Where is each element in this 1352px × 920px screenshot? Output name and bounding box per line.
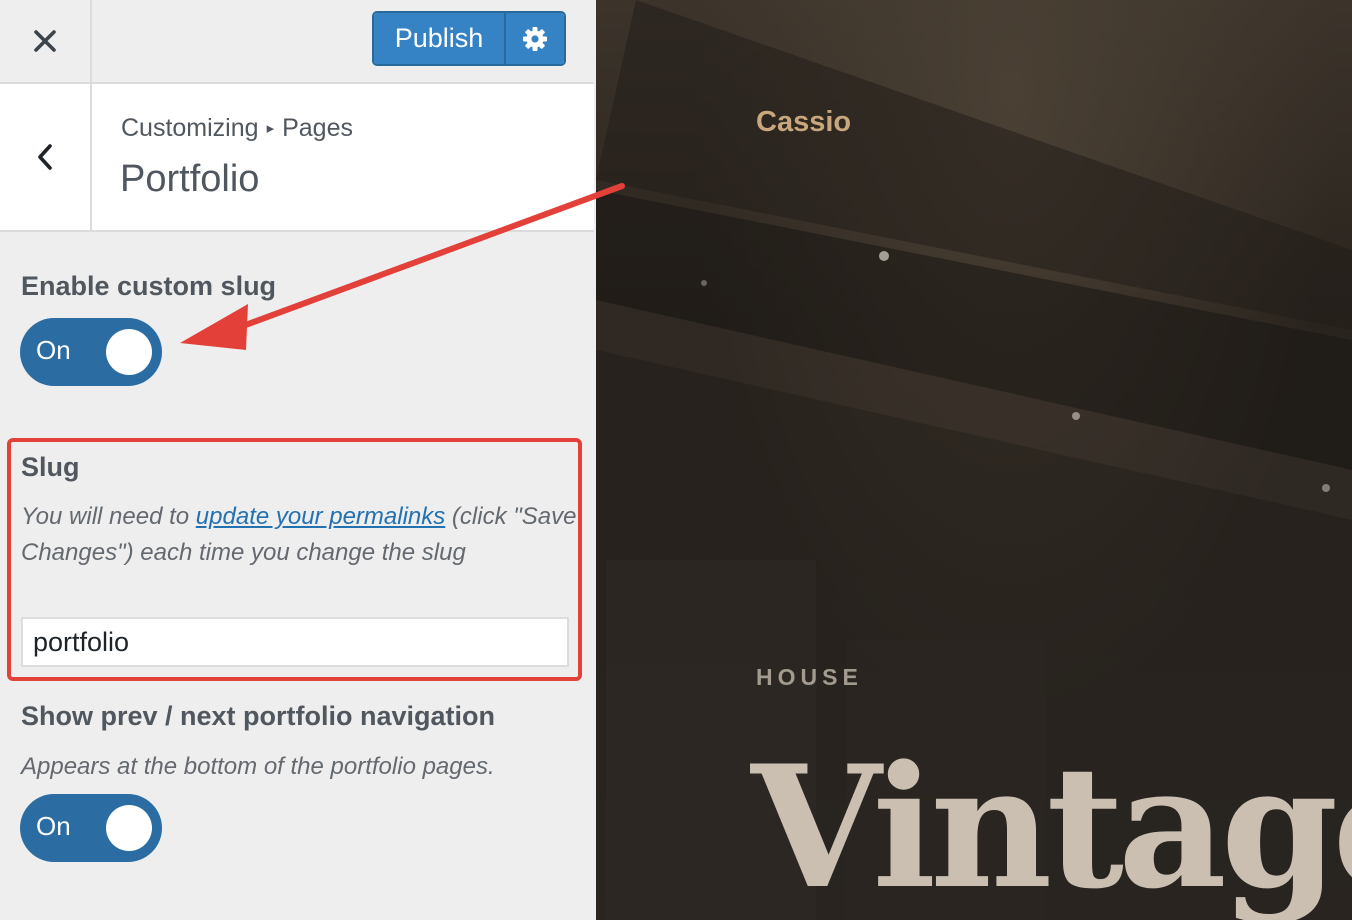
toggle-knob	[106, 329, 152, 375]
chevron-left-icon	[38, 144, 52, 170]
custom-slug-toggle[interactable]: On	[20, 318, 162, 386]
section-title: Portfolio	[120, 158, 260, 200]
toggle-knob	[106, 805, 152, 851]
publish-settings-button[interactable]	[506, 13, 564, 64]
back-button[interactable]	[0, 84, 92, 230]
portfolio-nav-label: Show prev / next portfolio navigation	[21, 701, 496, 731]
portfolio-nav-description: Appears at the bottom of the portfolio p…	[21, 753, 495, 780]
slug-description: You will need to update your permalinks …	[21, 499, 581, 571]
custom-slug-label: Enable custom slug	[21, 271, 277, 301]
breadcrumb-child: Pages	[282, 114, 353, 142]
publish-button[interactable]: Publish	[374, 13, 506, 64]
slug-desc-before: You will need to	[21, 503, 196, 530]
breadcrumb: Customizing ▸ Pages	[121, 114, 353, 143]
close-icon	[34, 30, 56, 52]
slug-input[interactable]	[21, 617, 569, 667]
hero-eyebrow: HOUSE	[756, 664, 863, 690]
breadcrumb-separator-icon: ▸	[266, 120, 275, 137]
publish-button-group: Publish	[372, 11, 566, 66]
section-header: Customizing ▸ Pages Portfolio	[0, 84, 594, 232]
site-preview: Cassio HOUSE Vintage	[596, 0, 1352, 920]
breadcrumb-parent: Customizing	[121, 114, 259, 142]
custom-slug-toggle-text: On	[36, 335, 71, 365]
close-button[interactable]	[0, 0, 92, 82]
portfolio-nav-toggle-text: On	[36, 811, 71, 841]
hero-title: Vintage	[751, 728, 1352, 920]
gear-icon	[523, 26, 547, 51]
portfolio-nav-toggle[interactable]: On	[20, 794, 162, 862]
update-permalinks-link[interactable]: update your permalinks	[196, 503, 445, 530]
customizer-sidebar: Publish Customizing ▸ Pages Portfolio En…	[0, 0, 596, 920]
site-name[interactable]: Cassio	[756, 106, 851, 139]
slug-label: Slug	[21, 452, 80, 482]
customizer-topbar: Publish	[0, 0, 594, 84]
